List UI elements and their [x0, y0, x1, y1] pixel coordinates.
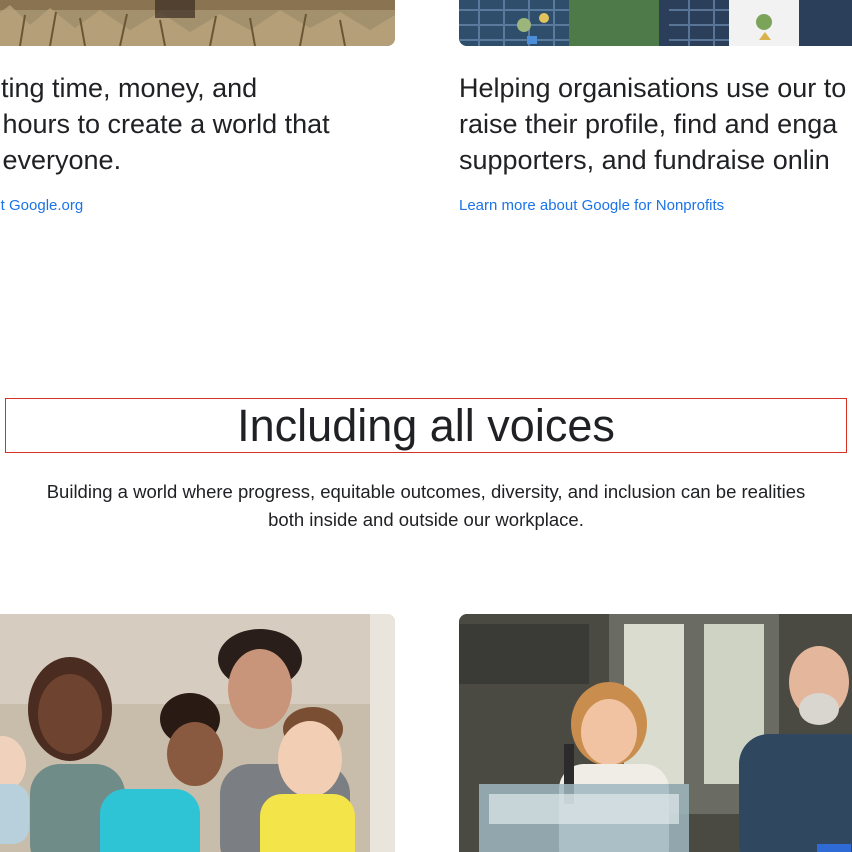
description-line: Helping organisations use our to — [459, 73, 847, 103]
learn-more-google-org-link[interactable]: out Google.org — [0, 197, 83, 214]
subtitle-line: Building a world where progress, equitab… — [46, 481, 806, 502]
photo-accessibility-workspace-icon — [459, 614, 852, 852]
section-title: Including all voices — [237, 399, 615, 451]
description-line: r hours to create a world that — [0, 109, 330, 139]
description-line: uting time, money, and — [0, 73, 258, 103]
description-line: r everyone. — [0, 145, 122, 175]
description-line: supporters, and fundraise onlin — [459, 145, 830, 175]
google-org-image — [0, 0, 395, 46]
google-org-description: uting time, money, and r hours to create… — [0, 70, 330, 178]
description-line: raise their profile, find and enga — [459, 109, 838, 139]
family-image — [0, 614, 395, 852]
nonprofits-image — [459, 0, 852, 46]
learn-more-nonprofits-link[interactable]: Learn more about Google for Nonprofits — [459, 197, 724, 214]
section-subtitle: Building a world where progress, equitab… — [0, 478, 852, 534]
photo-family-icon — [0, 614, 395, 852]
photo-uniformed-youth-icon — [459, 0, 852, 46]
page: uting time, money, and r hours to create… — [0, 0, 852, 852]
nonprofits-description: Helping organisations use our to raise t… — [459, 70, 846, 178]
accessibility-image — [459, 614, 852, 852]
subtitle-line: both inside and outside our workplace. — [268, 509, 584, 530]
section-title-highlight: Including all voices — [5, 398, 847, 453]
photo-outdoor-field-icon — [0, 0, 395, 46]
